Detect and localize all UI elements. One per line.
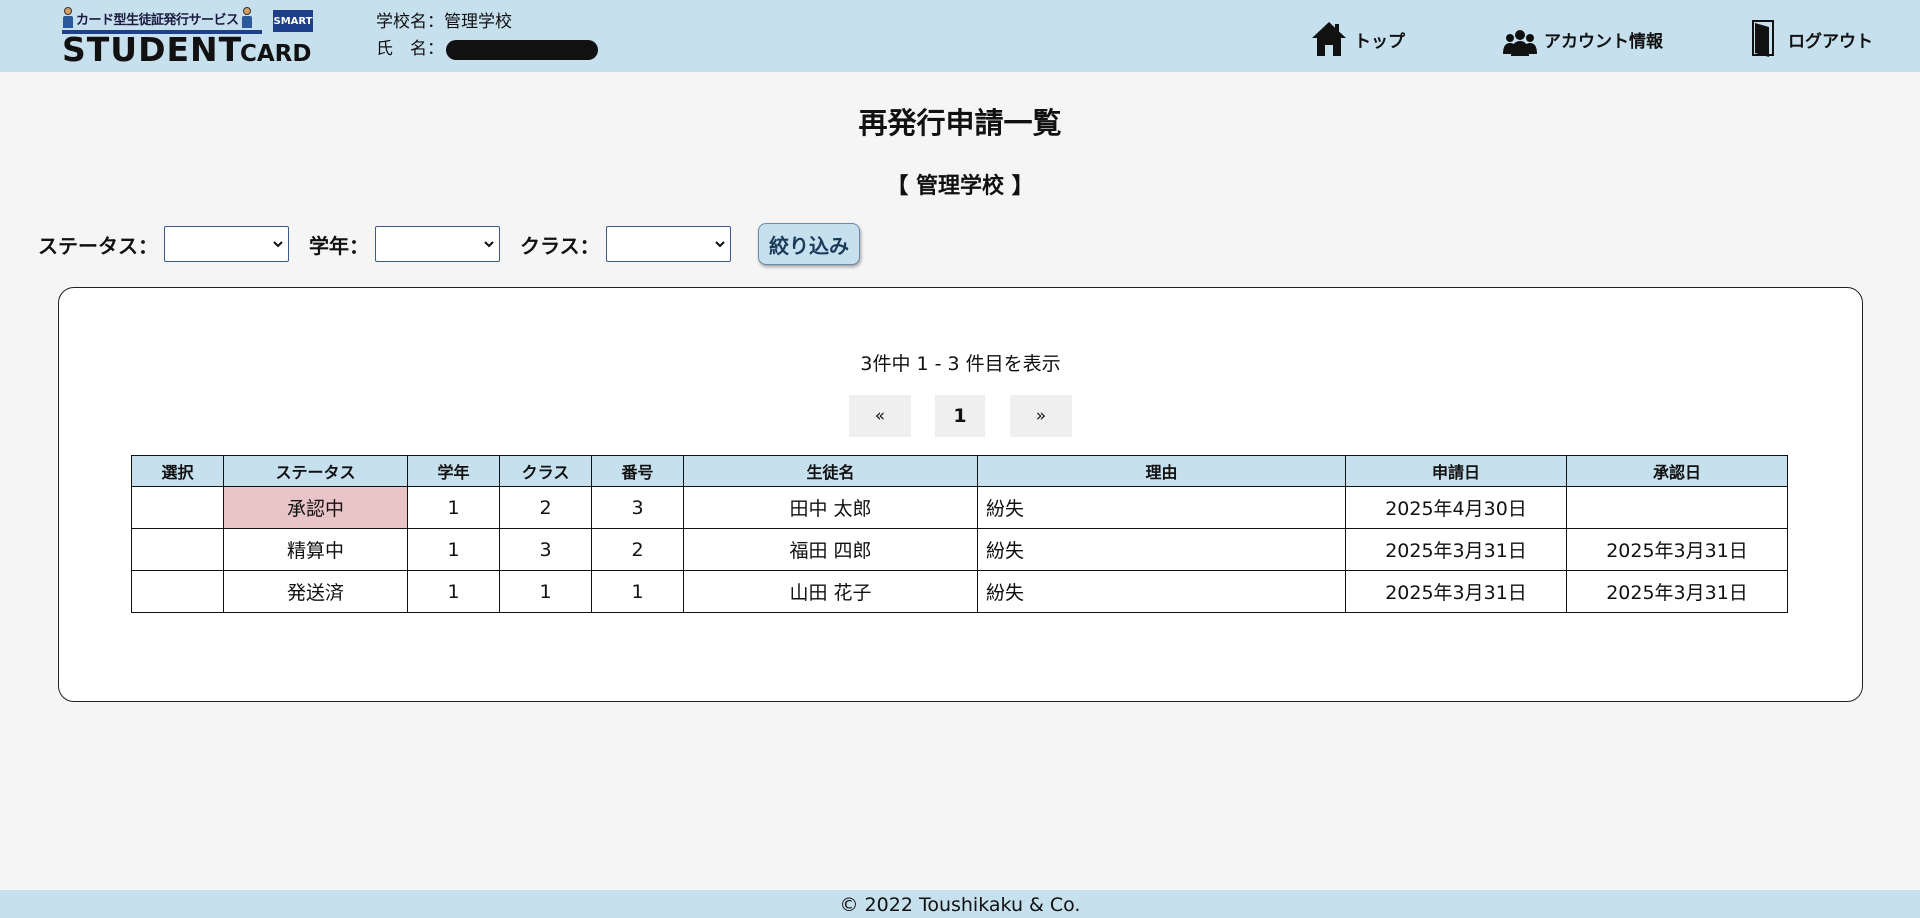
requests-table: 選択 ステータス 学年 クラス 番号 生徒名 理由 申請日 承認日 承認中 1 … bbox=[131, 455, 1788, 613]
grade-select[interactable] bbox=[375, 226, 500, 262]
school-row: 学校名： 管理学校 bbox=[376, 9, 598, 36]
class-cell: 3 bbox=[499, 528, 592, 571]
nav-account-label: アカウント情報 bbox=[1544, 32, 1663, 52]
table-row[interactable]: 精算中 1 3 2 福田 四郎 紛失 2025年3月31日 2025年3月31日 bbox=[131, 528, 1788, 571]
nav-logout-label: ログアウト bbox=[1788, 32, 1873, 52]
school-heading: 【 管理学校 】 bbox=[886, 174, 1034, 199]
name-row: 氏 名： bbox=[376, 36, 598, 63]
column-header[interactable]: 申請日 bbox=[1345, 455, 1567, 487]
logo-smart-badge: SMART bbox=[273, 10, 313, 32]
users-icon bbox=[1503, 30, 1537, 56]
chevron-down-icon bbox=[273, 241, 283, 248]
pager-prev-button[interactable]: « bbox=[849, 395, 911, 437]
logo-student-text: STUDENT bbox=[62, 30, 243, 69]
nav-top-label: トップ bbox=[1354, 32, 1405, 52]
result-summary: 3件中 1 - 3 件目を表示 bbox=[860, 353, 1061, 375]
status-select[interactable] bbox=[164, 226, 289, 262]
student-name-cell: 山田 花子 bbox=[683, 570, 978, 613]
pager-next-button[interactable]: » bbox=[1010, 395, 1072, 437]
nav-logout[interactable]: ログアウト bbox=[1752, 14, 1873, 58]
footer-copyright: © 2022 Toushikaku & Co. bbox=[0, 890, 1920, 918]
applied-date-cell: 2025年4月30日 bbox=[1345, 486, 1567, 529]
number-cell: 2 bbox=[591, 528, 684, 571]
select-cell[interactable] bbox=[131, 528, 224, 571]
logo-card-text: CARD bbox=[240, 41, 312, 67]
chevron-down-icon bbox=[714, 241, 725, 248]
grade-filter-label: 学年： bbox=[309, 233, 369, 258]
grade-cell: 1 bbox=[407, 570, 500, 613]
student-figure-icon bbox=[241, 7, 253, 29]
pager-page-1[interactable]: 1 bbox=[935, 395, 985, 437]
status-filter-label: ステータス： bbox=[38, 233, 158, 258]
student-card-logo[interactable]: カード型生徒証発行サービス SMART STUDENT CARD bbox=[62, 4, 324, 68]
column-header[interactable]: 理由 bbox=[977, 455, 1346, 487]
class-select[interactable] bbox=[605, 226, 731, 262]
status-cell: 発送済 bbox=[223, 570, 408, 613]
applied-date-cell: 2025年3月31日 bbox=[1345, 528, 1567, 571]
door-icon bbox=[1752, 20, 1774, 57]
number-cell: 1 bbox=[591, 570, 684, 613]
status-cell: 精算中 bbox=[223, 528, 408, 571]
select-cell[interactable] bbox=[131, 486, 224, 529]
chevron-down-icon bbox=[484, 241, 494, 248]
applied-date-cell: 2025年3月31日 bbox=[1345, 570, 1567, 613]
column-header[interactable]: ステータス bbox=[223, 455, 408, 487]
class-cell: 1 bbox=[499, 570, 592, 613]
student-name-cell: 福田 四郎 bbox=[683, 528, 978, 571]
nav-top[interactable]: トップ bbox=[1310, 14, 1405, 58]
name-label: 氏 名： bbox=[376, 39, 444, 59]
school-name: 管理学校 bbox=[444, 12, 512, 32]
class-cell: 2 bbox=[499, 486, 592, 529]
logo-service-banner: カード型生徒証発行サービス bbox=[62, 4, 262, 32]
column-header[interactable]: 生徒名 bbox=[683, 455, 978, 487]
filter-submit-button[interactable]: 絞り込み bbox=[758, 223, 860, 265]
number-cell: 3 bbox=[591, 486, 684, 529]
redacted-user-name bbox=[446, 39, 598, 60]
column-header[interactable]: クラス bbox=[499, 455, 592, 487]
approved-date-cell bbox=[1566, 486, 1788, 529]
class-filter-label: クラス： bbox=[520, 233, 600, 258]
column-header[interactable]: 承認日 bbox=[1566, 455, 1788, 487]
page-title: 再発行申請一覧 bbox=[858, 106, 1062, 140]
grade-cell: 1 bbox=[407, 486, 500, 529]
school-label: 学校名： bbox=[376, 12, 444, 32]
table-header-row: 選択 ステータス 学年 クラス 番号 生徒名 理由 申請日 承認日 bbox=[131, 455, 1788, 487]
reason-cell: 紛失 bbox=[977, 528, 1346, 571]
reason-cell: 紛失 bbox=[977, 486, 1346, 529]
filter-bar: ステータス： 学年： クラス： bbox=[38, 224, 731, 264]
reason-cell: 紛失 bbox=[977, 570, 1346, 613]
select-cell[interactable] bbox=[131, 570, 224, 613]
user-school-info: 学校名： 管理学校 氏 名： bbox=[376, 9, 598, 63]
home-icon bbox=[1312, 22, 1346, 56]
column-header[interactable]: 番号 bbox=[591, 455, 684, 487]
logo-service-name: カード型生徒証発行サービス bbox=[76, 12, 239, 28]
column-header[interactable]: 選択 bbox=[131, 455, 224, 487]
table-row[interactable]: 承認中 1 2 3 田中 太郎 紛失 2025年4月30日 bbox=[131, 486, 1788, 529]
column-header[interactable]: 学年 bbox=[407, 455, 500, 487]
status-cell: 承認中 bbox=[223, 486, 408, 529]
student-figure-icon bbox=[62, 7, 74, 29]
student-name-cell: 田中 太郎 bbox=[683, 486, 978, 529]
table-row[interactable]: 発送済 1 1 1 山田 花子 紛失 2025年3月31日 2025年3月31日 bbox=[131, 570, 1788, 613]
grade-cell: 1 bbox=[407, 528, 500, 571]
nav-account[interactable]: アカウント情報 bbox=[1502, 14, 1663, 58]
results-panel: 3件中 1 - 3 件目を表示 « 1 » 選択 ステータス 学年 クラス 番号… bbox=[58, 287, 1863, 702]
header-bar: カード型生徒証発行サービス SMART STUDENT CARD 学校名： 管理… bbox=[0, 0, 1920, 72]
approved-date-cell: 2025年3月31日 bbox=[1566, 528, 1788, 571]
approved-date-cell: 2025年3月31日 bbox=[1566, 570, 1788, 613]
